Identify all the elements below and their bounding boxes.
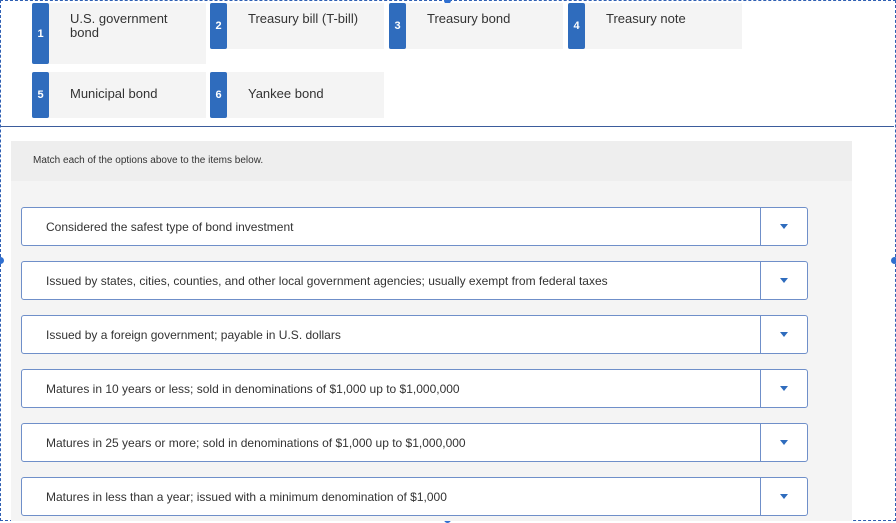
match-item-text: Matures in less than a year; issued with… xyxy=(46,489,447,504)
option-number: 3 xyxy=(389,3,406,49)
options-bank: 1 U.S. government bond 2 Treasury bill (… xyxy=(1,1,894,127)
dropdown-button[interactable] xyxy=(760,478,807,515)
option-number: 5 xyxy=(32,72,49,118)
chevron-down-icon xyxy=(780,278,788,283)
chevron-down-icon xyxy=(780,440,788,445)
chevron-down-icon xyxy=(780,386,788,391)
chevron-down-icon xyxy=(780,224,788,229)
match-item-text: Issued by states, cities, counties, and … xyxy=(46,273,608,288)
option-card[interactable]: 3 Treasury bond xyxy=(389,3,563,49)
match-item-text: Issued by a foreign government; payable … xyxy=(46,327,341,342)
option-number: 4 xyxy=(568,3,585,49)
option-card[interactable]: 2 Treasury bill (T-bill) xyxy=(210,3,384,49)
dropdown-button[interactable] xyxy=(760,316,807,353)
match-row[interactable]: Matures in 25 years or more; sold in den… xyxy=(21,423,808,462)
dropdown-button[interactable] xyxy=(760,424,807,461)
option-label: Treasury note xyxy=(606,11,686,26)
option-number: 2 xyxy=(210,3,227,49)
option-label: Municipal bond xyxy=(70,86,158,101)
option-card[interactable]: 1 U.S. government bond xyxy=(32,3,206,64)
option-card[interactable]: 6 Yankee bond xyxy=(210,72,384,118)
match-row[interactable]: Matures in less than a year; issued with… xyxy=(21,477,808,516)
instructions-text: Match each of the options above to the i… xyxy=(33,155,264,166)
match-item-text: Considered the safest type of bond inves… xyxy=(46,219,294,234)
match-panel: Match each of the options above to the i… xyxy=(11,141,852,521)
match-item-text: Matures in 25 years or more; sold in den… xyxy=(46,435,466,450)
chevron-down-icon xyxy=(780,494,788,499)
option-label: Treasury bond xyxy=(427,11,511,26)
option-label: Treasury bill (T-bill) xyxy=(248,11,359,26)
match-row[interactable]: Matures in 10 years or less; sold in den… xyxy=(21,369,808,408)
match-row[interactable]: Considered the safest type of bond inves… xyxy=(21,207,808,246)
option-card[interactable]: 4 Treasury note xyxy=(568,3,742,49)
match-item-text: Matures in 10 years or less; sold in den… xyxy=(46,381,460,396)
option-label: Yankee bond xyxy=(248,86,324,101)
option-number: 6 xyxy=(210,72,227,118)
option-number: 1 xyxy=(32,3,49,64)
option-card[interactable]: 5 Municipal bond xyxy=(32,72,206,118)
dropdown-button[interactable] xyxy=(760,208,807,245)
chevron-down-icon xyxy=(780,332,788,337)
match-row[interactable]: Issued by a foreign government; payable … xyxy=(21,315,808,354)
dropdown-button[interactable] xyxy=(760,370,807,407)
option-label: U.S. government bond xyxy=(70,11,168,40)
match-row[interactable]: Issued by states, cities, counties, and … xyxy=(21,261,808,300)
dropdown-button[interactable] xyxy=(760,262,807,299)
resize-handle-right[interactable] xyxy=(891,257,896,264)
